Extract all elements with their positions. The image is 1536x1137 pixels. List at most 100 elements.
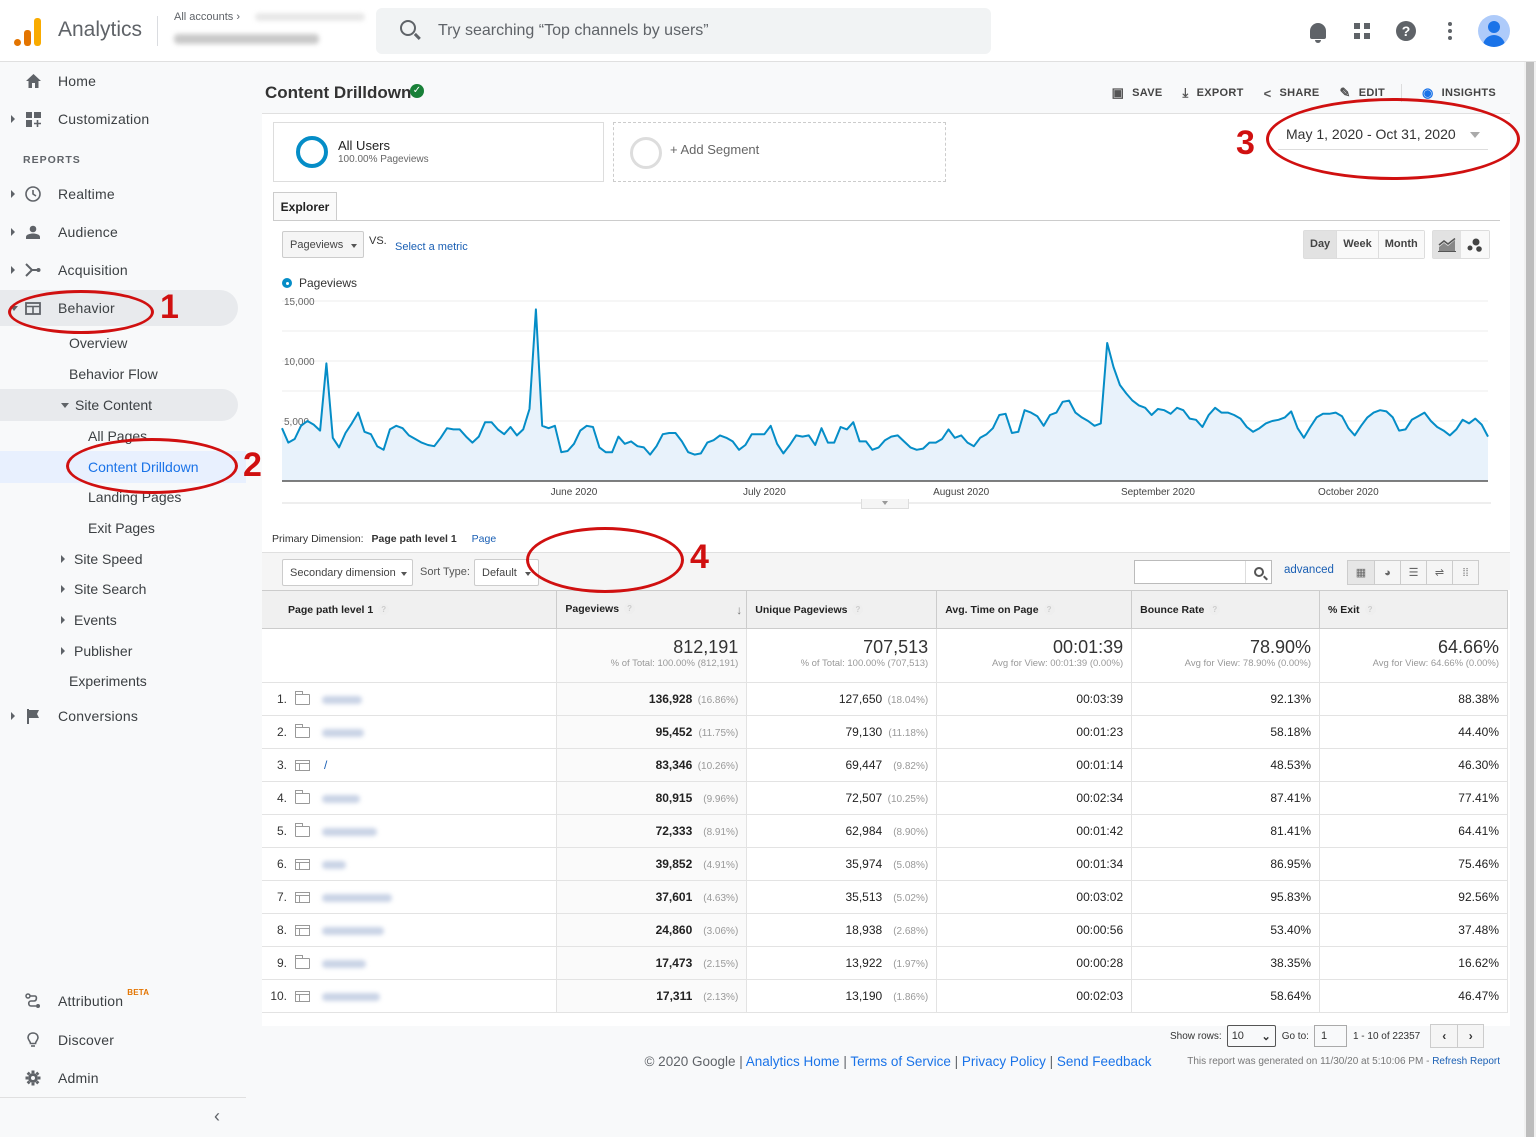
page-path-redacted[interactable]: [322, 893, 392, 902]
granularity-month-button[interactable]: Month: [1377, 231, 1424, 258]
table-row[interactable]: 8. 24,860 (3.06%) 18,938 (2.68%) 00:00:56 53.4…: [262, 913, 1508, 947]
sidebar-item-content-drilldown[interactable]: Content Drilldown: [88, 452, 199, 482]
sidebar-item-attribution[interactable]: AttributionBETA: [0, 983, 238, 1019]
sidebar-item-conversions[interactable]: Conversions: [0, 698, 238, 734]
folder-icon[interactable]: [295, 790, 310, 805]
show-rows-select[interactable]: 10 ⌄: [1226, 1025, 1276, 1047]
advanced-filter-link[interactable]: advanced: [1284, 564, 1334, 576]
table-filter-search-button[interactable]: [1245, 561, 1271, 583]
granularity-week-button[interactable]: Week: [1336, 231, 1378, 258]
notifications-button[interactable]: [1296, 14, 1340, 48]
page-path-link[interactable]: /: [324, 758, 327, 772]
column-header-pageviews[interactable]: Pageviews? ↓: [556, 590, 748, 629]
page-path-redacted[interactable]: [322, 827, 377, 836]
sidebar-item-site-search[interactable]: Site Search: [61, 574, 146, 604]
save-button[interactable]: ▣ SAVE: [1112, 85, 1163, 101]
motion-chart-button[interactable]: [1461, 231, 1489, 258]
column-header-unique-pageviews[interactable]: Unique Pageviews?: [746, 590, 938, 629]
page-path-redacted[interactable]: [322, 926, 384, 935]
help-tooltip-icon[interactable]: ?: [624, 603, 636, 615]
segment-all-users[interactable]: All Users 100.00% Pageviews: [273, 122, 604, 182]
sidebar-item-behavior-flow[interactable]: Behavior Flow: [69, 359, 158, 389]
column-header-avg-time-on-page[interactable]: Avg. Time on Page?: [936, 590, 1133, 629]
page-path-redacted[interactable]: [322, 860, 346, 869]
secondary-dimension-select[interactable]: Secondary dimension: [282, 559, 413, 586]
footer-link-privacy[interactable]: Privacy Policy: [962, 1054, 1046, 1069]
sidebar-item-home[interactable]: Home: [0, 63, 238, 99]
table-row[interactable]: 4. 80,915 (9.96%) 72,507 (10.25%) 00:02:34 87.…: [262, 781, 1508, 815]
sidebar-item-events[interactable]: Events: [61, 605, 117, 635]
sidebar-item-realtime[interactable]: Realtime: [0, 176, 238, 212]
sidebar-item-customization[interactable]: Customization: [0, 101, 238, 137]
page-path-redacted[interactable]: [322, 959, 366, 968]
term-cloud-view-button[interactable]: ⁞⁞: [1452, 561, 1478, 584]
collapse-sidebar-chevron-icon[interactable]: ‹: [214, 1106, 220, 1127]
percentage-view-button[interactable]: ◕: [1374, 561, 1400, 584]
granularity-day-button[interactable]: Day: [1304, 231, 1337, 258]
table-row[interactable]: 6. 39,852 (4.91%) 35,974 (5.08%) 00:01:34 86.9…: [262, 847, 1508, 881]
go-to-input[interactable]: 1: [1313, 1025, 1347, 1047]
column-header-exit[interactable]: % Exit?: [1319, 590, 1508, 629]
comparison-view-button[interactable]: ⇌: [1426, 561, 1452, 584]
page-path-redacted[interactable]: [322, 728, 364, 737]
previous-page-button[interactable]: ‹: [1431, 1025, 1458, 1047]
table-row[interactable]: 2. 95,452 (11.75%) 79,130 (11.18%) 00:01:23 58…: [262, 715, 1508, 749]
sidebar-item-discover[interactable]: Discover: [0, 1022, 238, 1058]
footer-link-feedback[interactable]: Send Feedback: [1057, 1054, 1152, 1069]
scrollbar-thumb[interactable]: [1526, 62, 1534, 1137]
page-scrollbar[interactable]: [1524, 62, 1536, 1137]
folder-icon[interactable]: [295, 823, 310, 838]
sidebar-item-all-pages[interactable]: All Pages: [88, 421, 147, 451]
page-path-redacted[interactable]: [322, 695, 362, 704]
help-tooltip-icon[interactable]: ?: [1043, 604, 1055, 616]
help-tooltip-icon[interactable]: ?: [1364, 604, 1376, 616]
page-icon[interactable]: [295, 892, 310, 904]
sidebar-item-behavior[interactable]: Behavior: [0, 290, 238, 326]
column-header-bounce-rate[interactable]: Bounce Rate?: [1131, 590, 1321, 629]
account-button[interactable]: [1472, 14, 1516, 48]
add-segment-button[interactable]: + Add Segment: [613, 122, 946, 182]
primary-dimension-selected[interactable]: Page path level 1: [372, 533, 457, 545]
column-header-page-path[interactable]: Page path level 1?: [262, 590, 558, 629]
pageviews-chart[interactable]: 15,00010,0005,000June 2020 July 2020 Augus…: [280, 289, 1495, 509]
table-row[interactable]: 9. 17,473 (2.15%) 13,922 (1.97%) 00:00:28 38.3…: [262, 946, 1508, 980]
select-metric-link[interactable]: Select a metric: [395, 241, 468, 253]
line-chart-button[interactable]: [1433, 231, 1461, 258]
sidebar-item-publisher[interactable]: Publisher: [61, 636, 132, 666]
insights-button[interactable]: ◉ INSIGHTS: [1422, 85, 1496, 101]
data-table-view-button[interactable]: ▦: [1348, 561, 1374, 584]
sidebar-item-overview[interactable]: Overview: [69, 328, 127, 358]
sidebar-item-audience[interactable]: Audience: [0, 214, 238, 250]
search-box[interactable]: Try searching “Top channels by users”: [376, 8, 991, 54]
sidebar-item-exit-pages[interactable]: Exit Pages: [88, 513, 155, 543]
analytics-logo-icon[interactable]: [14, 16, 42, 46]
table-row[interactable]: 7. 37,601 (4.63%) 35,513 (5.02%) 00:03:02 95.8…: [262, 880, 1508, 914]
help-tooltip-icon[interactable]: ?: [378, 604, 390, 616]
sidebar-item-site-content[interactable]: Site Content: [61, 390, 152, 420]
view-selector-redacted[interactable]: [174, 34, 319, 44]
help-button[interactable]: ?: [1384, 14, 1428, 48]
page-icon[interactable]: [295, 991, 310, 1003]
apps-button[interactable]: [1340, 14, 1384, 48]
edit-button[interactable]: ✎ EDIT: [1340, 85, 1385, 101]
folder-icon[interactable]: [295, 691, 310, 706]
primary-dimension-page-link[interactable]: Page: [472, 533, 497, 545]
table-row[interactable]: 5. 72,333 (8.91%) 62,984 (8.90%) 00:01:42 81.4…: [262, 814, 1508, 848]
page-path-redacted[interactable]: [322, 992, 380, 1001]
next-page-button[interactable]: ›: [1457, 1025, 1484, 1047]
help-tooltip-icon[interactable]: ?: [852, 604, 864, 616]
tab-explorer[interactable]: Explorer: [273, 192, 337, 221]
table-row[interactable]: 10. 17,311 (2.13%) 13,190 (1.86%) 00:02:03 58.…: [262, 979, 1508, 1013]
table-row[interactable]: 3. / 83,346 (10.26%) 69,447 (9.82%) 00:01:14 48…: [262, 748, 1508, 782]
folder-icon[interactable]: [295, 724, 310, 739]
account-breadcrumb[interactable]: All accounts ›: [174, 11, 240, 23]
date-range-picker[interactable]: May 1, 2020 - Oct 31, 2020: [1278, 124, 1488, 150]
page-icon[interactable]: [295, 925, 310, 937]
footer-link-analytics-home[interactable]: Analytics Home: [746, 1054, 840, 1069]
more-options-button[interactable]: [1428, 14, 1472, 48]
help-tooltip-icon[interactable]: ?: [1209, 604, 1221, 616]
page-icon[interactable]: [295, 760, 310, 772]
sidebar-item-landing-pages[interactable]: Landing Pages: [88, 482, 181, 512]
sidebar-item-site-speed[interactable]: Site Speed: [61, 544, 143, 574]
chart-resize-handle[interactable]: [861, 499, 909, 509]
